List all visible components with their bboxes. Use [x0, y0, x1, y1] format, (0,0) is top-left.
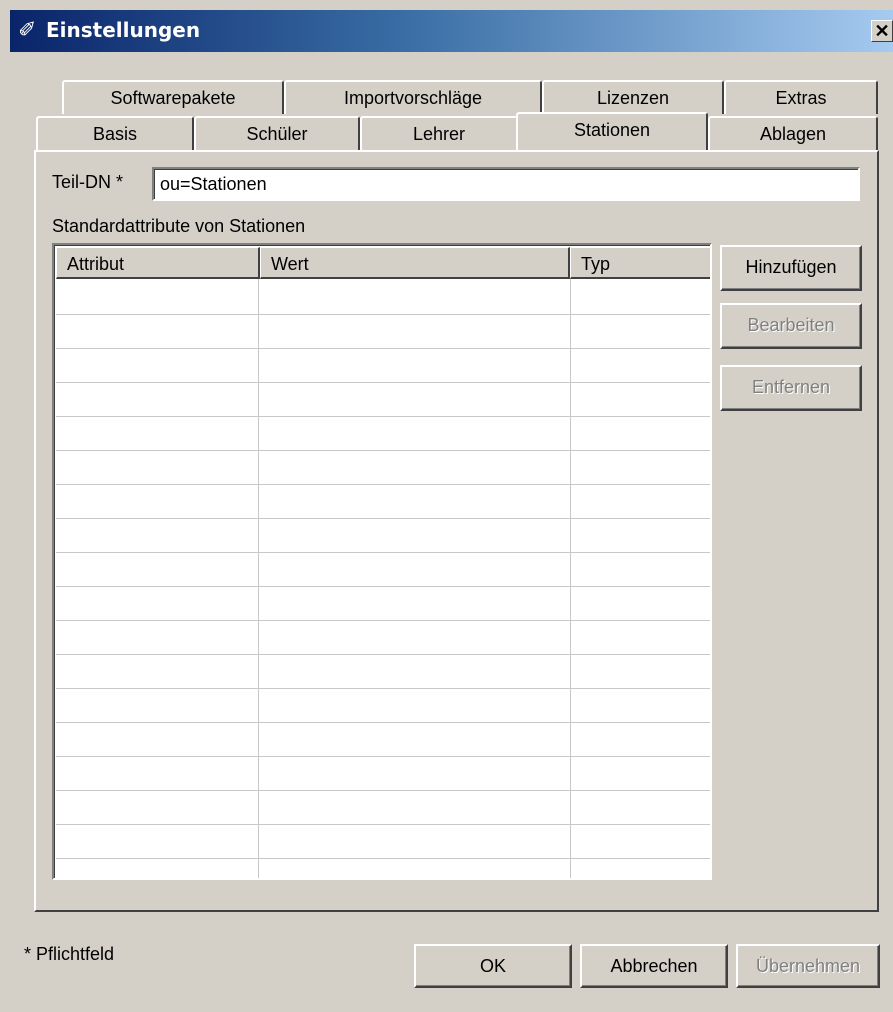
tab-ablagen[interactable]: Ablagen	[708, 116, 878, 150]
close-button[interactable]: ✕	[871, 20, 893, 42]
table-row[interactable]	[56, 349, 710, 383]
table-row[interactable]	[56, 519, 710, 553]
tab-basis[interactable]: Basis	[36, 116, 194, 150]
tab-importvorschlaege[interactable]: Importvorschläge	[284, 80, 542, 114]
column-divider	[570, 279, 571, 878]
tab-lizenzen[interactable]: Lizenzen	[542, 80, 724, 114]
tab-label: Ablagen	[759, 124, 827, 144]
tab-label: Stationen	[573, 120, 651, 140]
tab-extras[interactable]: Extras	[724, 80, 878, 114]
tab-stationen[interactable]: Stationen	[516, 112, 708, 150]
table-row[interactable]	[56, 553, 710, 587]
teil-dn-input[interactable]: ou=Stationen	[152, 167, 860, 201]
column-header-label: Attribut	[67, 254, 125, 274]
table-row[interactable]	[56, 281, 710, 315]
ok-button[interactable]: OK	[414, 944, 572, 988]
tab-softwarepakete[interactable]: Softwarepakete	[62, 80, 284, 114]
tab-lehrer[interactable]: Lehrer	[360, 116, 518, 150]
table-row[interactable]	[56, 315, 710, 349]
settings-dialog: ✐ Einstellungen ✕ Softwarepakete Importv…	[0, 0, 893, 1012]
column-divider	[258, 279, 259, 878]
column-header-label: Wert	[271, 254, 309, 274]
table-row[interactable]	[56, 757, 710, 791]
tab-label: Schüler	[246, 124, 308, 144]
table-row[interactable]	[56, 689, 710, 723]
column-header-wert[interactable]: Wert	[260, 247, 570, 279]
table-row[interactable]	[56, 587, 710, 621]
table-header: Attribut Wert Typ	[56, 247, 710, 279]
table-row[interactable]	[56, 655, 710, 689]
close-icon: ✕	[874, 21, 890, 41]
table-row[interactable]	[56, 825, 710, 859]
table-row[interactable]	[56, 723, 710, 757]
apply-button[interactable]: Übernehmen	[736, 944, 880, 988]
column-header-label: Typ	[581, 254, 611, 274]
window-title: Einstellungen	[46, 18, 201, 42]
table-row[interactable]	[56, 791, 710, 825]
add-button[interactable]: Hinzufügen	[720, 245, 862, 291]
remove-button[interactable]: Entfernen	[720, 365, 862, 411]
column-header-attribut[interactable]: Attribut	[56, 247, 260, 279]
table-row[interactable]	[56, 485, 710, 519]
section-label: Standardattribute von Stationen	[52, 216, 306, 236]
attribute-table[interactable]: Attribut Wert Typ	[52, 243, 712, 880]
table-row[interactable]	[56, 451, 710, 485]
title-bar: ✐ Einstellungen	[10, 10, 893, 52]
tab-schueler[interactable]: Schüler	[194, 116, 360, 150]
table-row[interactable]	[56, 859, 710, 878]
teil-dn-label: Teil-DN *	[52, 172, 124, 192]
tab-label: Softwarepakete	[110, 88, 236, 108]
gear-pencil-icon: ✐	[18, 17, 37, 42]
tab-label: Extras	[775, 88, 827, 108]
edit-button[interactable]: Bearbeiten	[720, 303, 862, 349]
tab-label: Lizenzen	[596, 88, 670, 108]
table-row[interactable]	[56, 383, 710, 417]
column-header-typ[interactable]: Typ	[570, 247, 710, 279]
tab-label: Lehrer	[412, 124, 466, 144]
cancel-button[interactable]: Abbrechen	[580, 944, 728, 988]
table-row[interactable]	[56, 621, 710, 655]
required-field-note: * Pflichtfeld	[24, 944, 115, 964]
tab-label: Importvorschläge	[343, 88, 483, 108]
tab-label: Basis	[92, 124, 137, 144]
table-row[interactable]	[56, 417, 710, 451]
